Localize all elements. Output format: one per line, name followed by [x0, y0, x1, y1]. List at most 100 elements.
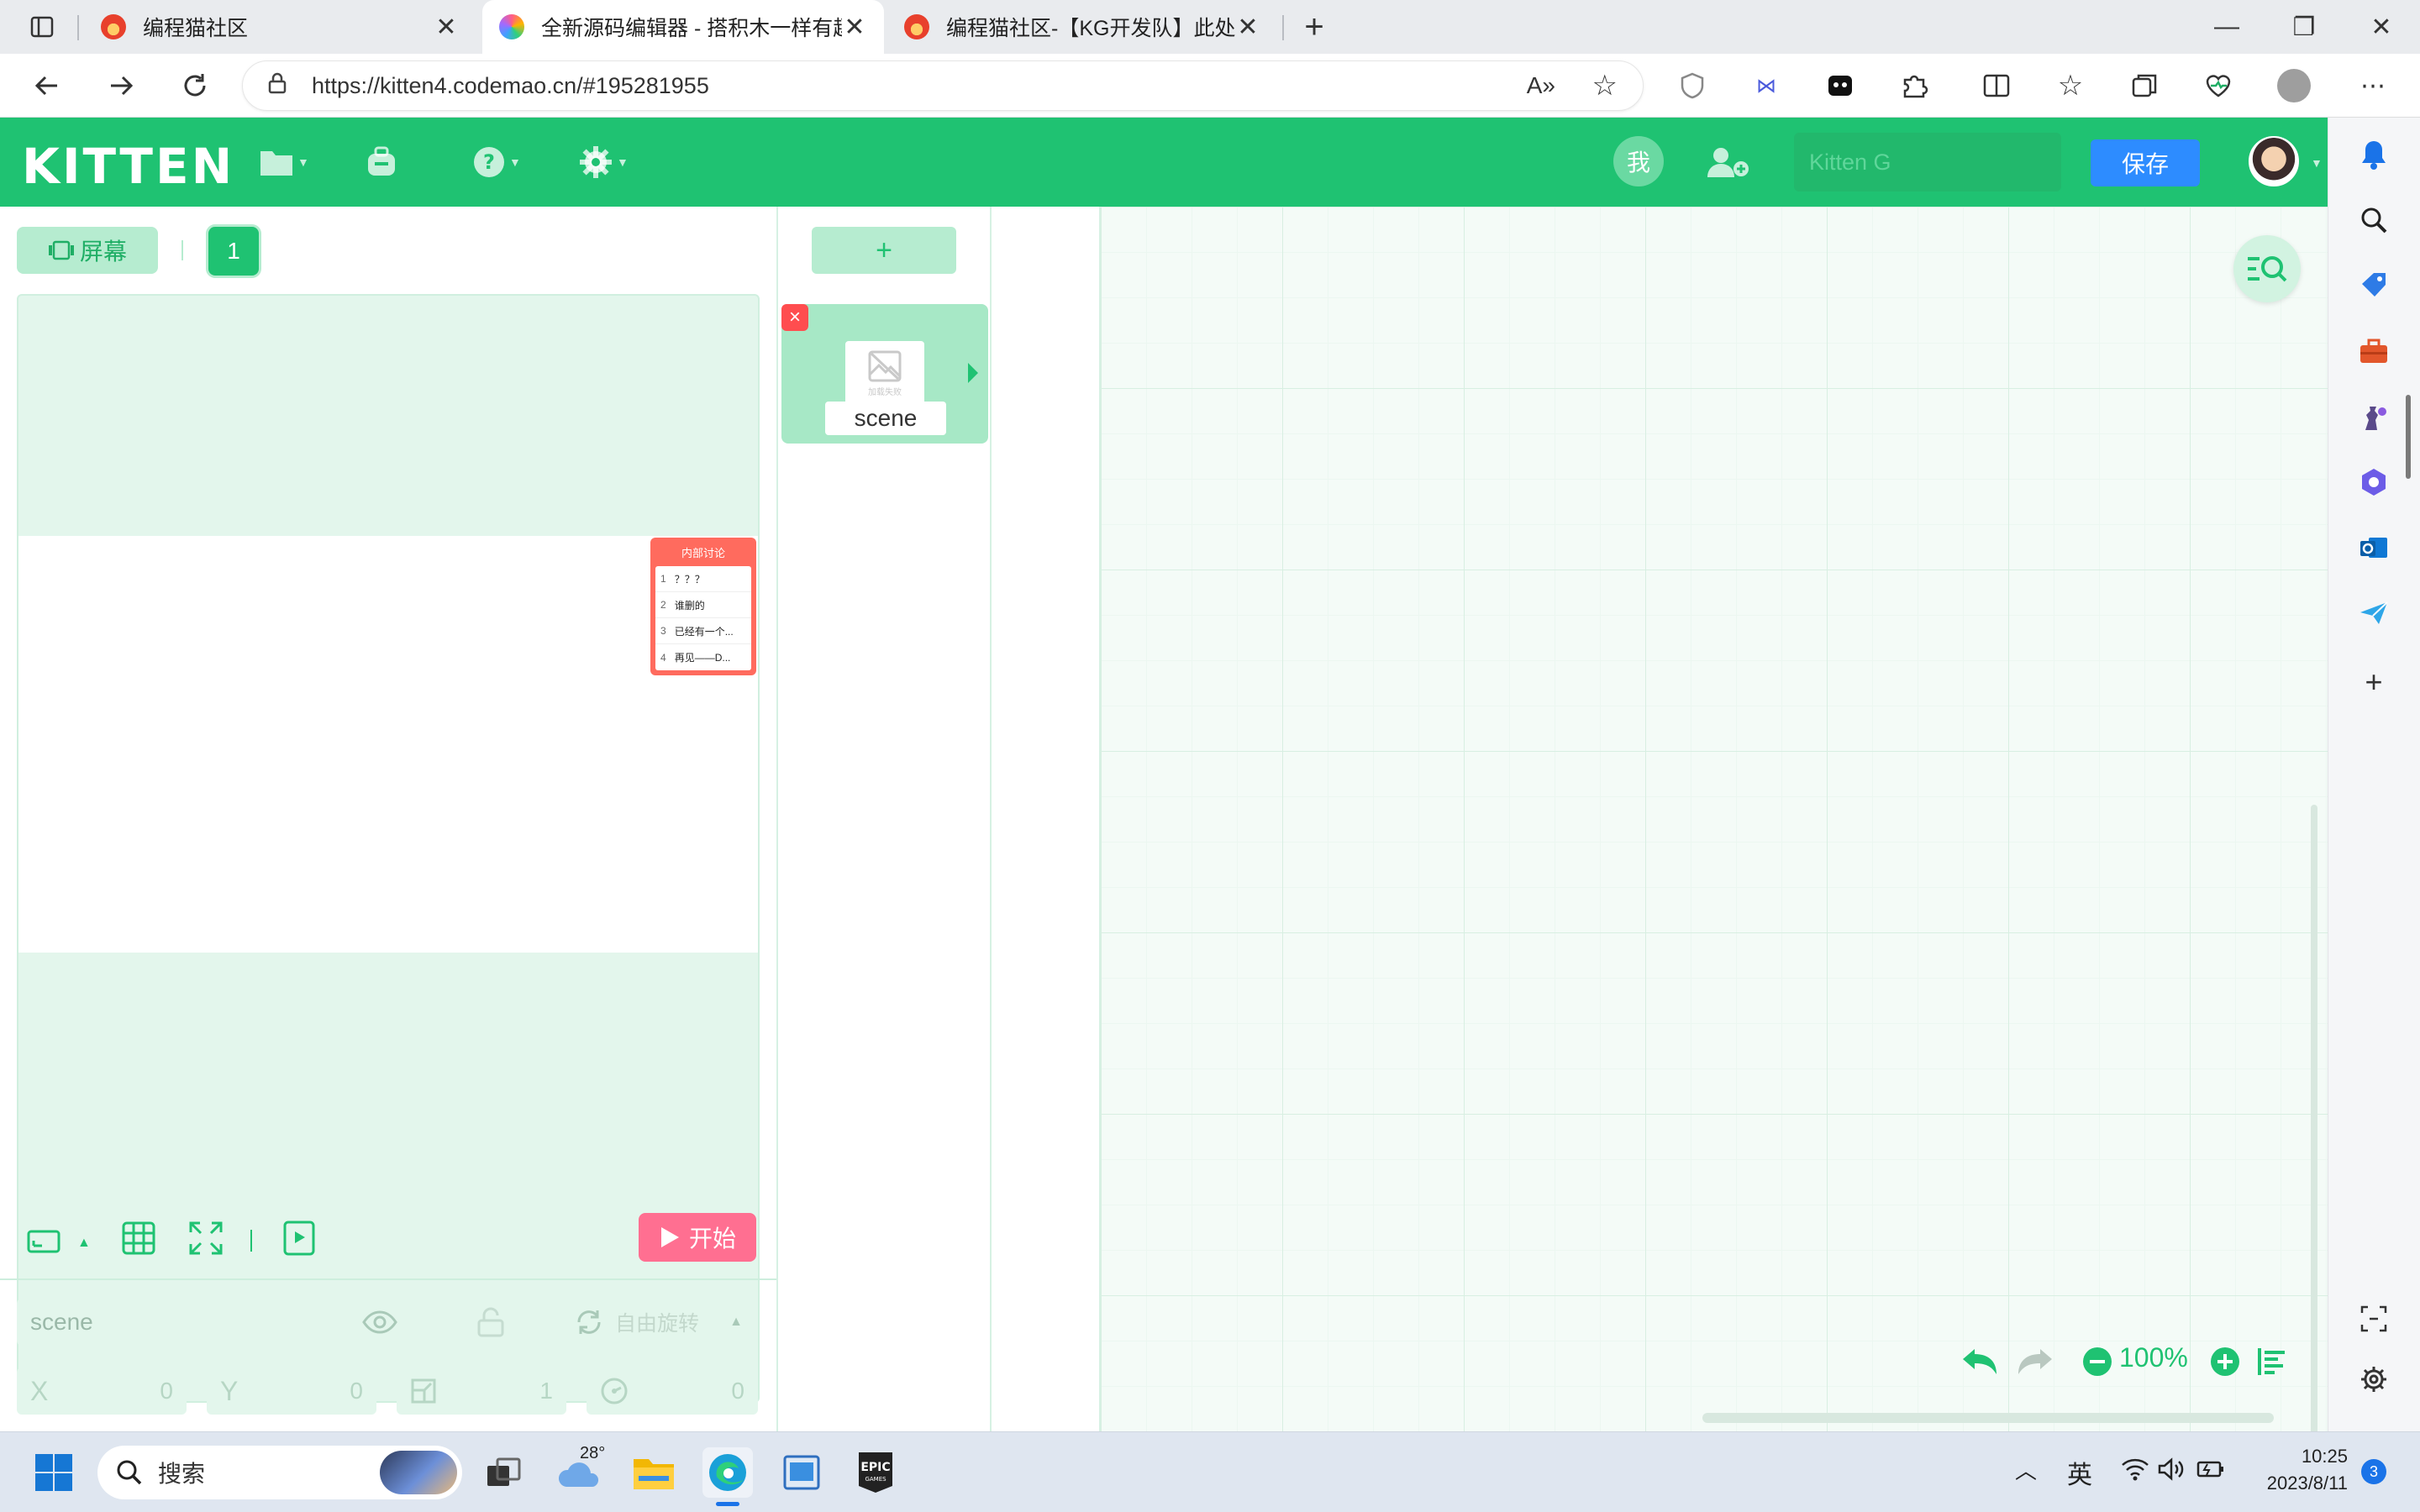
tracking-shield-icon[interactable] — [1672, 66, 1712, 106]
chevron-down-icon[interactable]: ▼ — [2311, 156, 2323, 170]
ime-indicator[interactable]: 英 — [2067, 1454, 2092, 1491]
sidebar-scrollbar[interactable] — [2406, 395, 2411, 479]
file-menu[interactable]: ▼ — [259, 143, 309, 181]
redo-button[interactable] — [2017, 1341, 2054, 1383]
new-tab-button[interactable]: + — [1294, 7, 1334, 47]
discussion-widget[interactable]: 内部讨论 1？？？ 2 谁删的 3 已经有一个... 4 再见——D... — [650, 538, 756, 675]
grid-toggle-button[interactable] — [121, 1220, 156, 1257]
direction-field[interactable]: 0 — [587, 1368, 758, 1415]
vertical-scrollbar[interactable] — [2311, 805, 2317, 1512]
split-screen-icon[interactable] — [1976, 66, 2017, 106]
minimize-button[interactable]: — — [2207, 7, 2247, 47]
search-icon[interactable] — [2355, 202, 2392, 239]
zoom-in-button[interactable] — [2210, 1341, 2240, 1383]
send-paper-plane-icon[interactable] — [2355, 595, 2392, 632]
refresh-button[interactable] — [175, 66, 215, 106]
notification-badge[interactable]: 3 — [2361, 1459, 2386, 1484]
help-menu[interactable]: ? ▼ — [472, 143, 521, 181]
scale-field[interactable]: 1 — [397, 1368, 566, 1415]
read-aloud-icon[interactable]: A» — [1527, 72, 1555, 99]
close-tab-icon[interactable]: ✕ — [842, 13, 867, 42]
close-tab-icon[interactable]: ✕ — [434, 13, 459, 42]
add-collaborator-button[interactable] — [1706, 143, 1751, 181]
tab-kitten-editor[interactable]: 全新源码编辑器 - 搭积木一样有趣 ✕ — [482, 0, 884, 54]
weather-icon[interactable]: 28° — [555, 1444, 605, 1498]
profile-avatar-icon[interactable] — [2274, 66, 2314, 106]
horizontal-scrollbar[interactable] — [1702, 1413, 2274, 1423]
extensions-puzzle-icon[interactable] — [1894, 66, 1934, 106]
outlook-icon[interactable] — [2355, 529, 2392, 566]
extension-game-icon[interactable] — [1820, 66, 1860, 106]
my-profile-button[interactable]: 我 — [1613, 136, 1664, 186]
block-search-button[interactable] — [2233, 235, 2301, 302]
expand-arrow-icon[interactable] — [968, 363, 978, 383]
settings-menu[interactable]: ▼ — [578, 143, 629, 181]
url-field[interactable]: https://kitten4.codemao.cn/#195281955 A»… — [242, 60, 1644, 111]
favorites-list-icon[interactable]: ☆ — [2050, 66, 2091, 106]
add-sidebar-app-icon[interactable]: + — [2355, 664, 2392, 701]
restore-button[interactable]: ❐ — [2284, 7, 2324, 47]
rotation-mode-select[interactable]: 自由旋转 ▲ — [556, 1299, 758, 1346]
sprite-name-input[interactable]: scene — [17, 1299, 314, 1346]
x-position-field[interactable]: X 0 — [17, 1368, 187, 1415]
close-window-button[interactable]: ✕ — [2361, 7, 2402, 47]
wifi-icon[interactable] — [2121, 1457, 2149, 1488]
list-item[interactable]: 1？？？ — [655, 566, 751, 592]
screen-button[interactable]: 屏幕 — [17, 227, 158, 274]
block-palette[interactable] — [992, 207, 1101, 1431]
add-sprite-button[interactable]: + — [812, 227, 956, 274]
undo-button[interactable] — [1961, 1341, 1998, 1383]
file-explorer-icon[interactable] — [629, 1447, 679, 1498]
y-position-field[interactable]: Y 0 — [207, 1368, 376, 1415]
search-input[interactable]: Kitten G — [1794, 133, 2061, 192]
extension-bowtie-icon[interactable]: ⋈ — [1746, 66, 1786, 106]
screen-page-button[interactable]: 1 — [208, 227, 259, 276]
close-tab-icon[interactable]: ✕ — [1235, 13, 1260, 42]
lock-toggle[interactable] — [445, 1299, 536, 1346]
collections-icon[interactable] — [2124, 66, 2165, 106]
back-button[interactable] — [27, 66, 67, 106]
stage-canvas[interactable] — [18, 536, 758, 953]
screenshot-icon[interactable] — [2355, 1300, 2392, 1337]
arrange-blocks-button[interactable] — [2257, 1341, 2287, 1383]
delete-sprite-icon[interactable]: × — [781, 304, 808, 331]
tray-overflow-icon[interactable]: ︿ — [2015, 1454, 2037, 1485]
bell-icon[interactable] — [2355, 136, 2392, 173]
user-avatar[interactable] — [2249, 136, 2299, 186]
microsoft-365-icon[interactable] — [2355, 464, 2392, 501]
games-chess-icon[interactable] — [2355, 398, 2392, 435]
tab-kg-team[interactable]: 编程猫社区-【KG开发队】此处无 ✕ — [887, 0, 1277, 54]
toolbox-icon[interactable] — [2355, 333, 2392, 370]
sprite-card-scene[interactable]: × 加载失败 scene — [781, 304, 988, 444]
zoom-out-button[interactable] — [2082, 1341, 2112, 1383]
stage-size-button[interactable] — [27, 1223, 60, 1260]
clock[interactable]: 10:25 2023/8/11 — [2255, 1446, 2348, 1494]
code-workspace[interactable]: 100% — [1101, 207, 2328, 1512]
shopping-tag-icon[interactable] — [2355, 267, 2392, 304]
list-item[interactable]: 4 再见——D... — [655, 644, 751, 670]
list-item[interactable]: 3 已经有一个... — [655, 618, 751, 644]
favorite-star-icon[interactable]: ☆ — [1592, 69, 1618, 102]
performance-heart-icon[interactable] — [2198, 66, 2238, 106]
tab-actions-icon[interactable] — [22, 7, 62, 47]
caret-up-icon[interactable]: ▲ — [77, 1225, 91, 1262]
edge-browser-icon[interactable] — [702, 1447, 753, 1506]
preview-button[interactable] — [282, 1220, 316, 1257]
list-item[interactable]: 2 谁删的 — [655, 592, 751, 618]
epic-games-icon[interactable]: EPIC GAMES — [850, 1447, 901, 1498]
forward-button[interactable] — [101, 66, 141, 106]
backpack-button[interactable] — [365, 143, 398, 181]
taskbar-search[interactable]: 搜索 — [97, 1446, 462, 1499]
volume-icon[interactable] — [2158, 1457, 2185, 1488]
fullscreen-button[interactable] — [188, 1220, 224, 1257]
window-app-icon[interactable] — [776, 1447, 827, 1498]
save-button[interactable]: 保存 — [2091, 139, 2200, 186]
tab-codemao-community[interactable]: 编程猫社区 ✕ — [84, 0, 476, 54]
visibility-toggle[interactable] — [334, 1299, 425, 1346]
windows-start-icon[interactable] — [29, 1447, 79, 1498]
start-button[interactable]: 开始 — [639, 1213, 756, 1262]
more-menu-icon[interactable]: ⋯ — [2353, 66, 2393, 106]
settings-gear-icon[interactable] — [2355, 1361, 2392, 1398]
task-view-icon[interactable] — [479, 1447, 529, 1498]
battery-icon[interactable] — [2196, 1457, 2225, 1488]
